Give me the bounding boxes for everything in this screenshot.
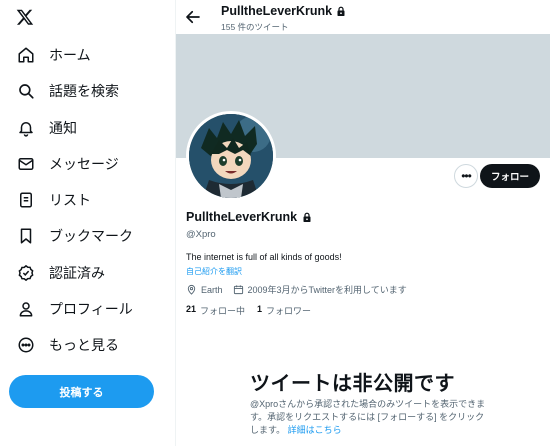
followers-label: フォロワー (266, 306, 312, 316)
profile-header: PulltheLeverKrunk 155 件のツイート (176, 0, 550, 34)
lock-icon (337, 6, 345, 16)
private-notice-description: @Xproさんから承認された場合のみツイートを表示できます。承認をリクエストする… (250, 398, 490, 437)
nav-item-bookmarks[interactable]: ブックマーク (8, 221, 133, 251)
profile-handle: @Xpro (186, 229, 216, 240)
header-name: PulltheLeverKrunk (221, 4, 346, 18)
nav-item-home[interactable]: ホーム (8, 40, 91, 70)
left-navigation: ホーム 話題を検索 通知 メッセージ リスト ブックマーク 認証済み プロフィー… (0, 0, 176, 446)
lock-icon (303, 212, 311, 222)
nav-item-lists[interactable]: リスト (8, 185, 91, 215)
nav-item-profile[interactable]: プロフィール (8, 294, 133, 324)
post-button[interactable]: 投稿する (9, 375, 154, 408)
profile-name: PulltheLeverKrunk (186, 210, 312, 224)
calendar-icon (233, 285, 243, 295)
nav-item-verified[interactable]: 認証済み (8, 258, 105, 288)
nav-label: プロフィール (49, 301, 133, 317)
nav-item-messages[interactable]: メッセージ (8, 149, 119, 179)
location-item: Earth (186, 284, 223, 295)
translate-bio-link[interactable]: 自己紹介を翻訳 (186, 266, 242, 277)
nav-item-notifications[interactable]: 通知 (8, 113, 77, 143)
joined-item: 2009年3月からTwitterを利用しています (233, 283, 407, 296)
following-count: 21 (186, 304, 197, 314)
person-icon (16, 299, 36, 319)
home-icon (16, 45, 36, 65)
nav-label: リスト (49, 192, 91, 208)
nav-label: もっと見る (49, 337, 119, 353)
nav-label: メッセージ (49, 156, 119, 172)
followers-link[interactable]: 1 フォロワー (257, 304, 311, 317)
nav-item-explore[interactable]: 話題を検索 (8, 76, 119, 106)
followers-count: 1 (257, 304, 263, 314)
bell-icon (16, 118, 36, 138)
back-arrow-icon[interactable] (184, 8, 202, 26)
avatar[interactable] (186, 111, 276, 201)
verified-icon (16, 263, 36, 283)
list-icon (16, 190, 36, 210)
location-pin-icon (187, 284, 196, 295)
profile-meta: Earth 2009年3月からTwitterを利用しています (186, 283, 417, 296)
follow-button[interactable]: フォロー (480, 164, 540, 188)
search-icon (16, 81, 36, 101)
follow-stats: 21 フォロー中 1 フォロワー (186, 304, 323, 317)
x-logo-icon[interactable] (16, 8, 34, 26)
header-name-text: PulltheLeverKrunk (221, 4, 333, 18)
location-text: Earth (201, 284, 223, 295)
profile-name-text: PulltheLeverKrunk (186, 210, 298, 224)
joined-text: 2009年3月からTwitterを利用しています (247, 285, 407, 295)
profile-column: PulltheLeverKrunk 155 件のツイート ••• フォロー Pu… (176, 0, 550, 446)
more-options-button[interactable]: ••• (454, 164, 478, 188)
envelope-icon (16, 154, 36, 174)
following-link[interactable]: 21 フォロー中 (186, 304, 245, 317)
private-notice-title: ツイートは非公開です (250, 373, 455, 395)
nav-label: 通知 (49, 120, 77, 136)
nav-label: 認証済み (49, 265, 105, 281)
profile-bio: The internet is full of all kinds of goo… (186, 252, 342, 262)
learn-more-link[interactable]: 詳細はこちら (288, 425, 342, 435)
bookmark-icon (16, 226, 36, 246)
nav-label: ホーム (49, 47, 91, 63)
nav-item-more[interactable]: もっと見る (8, 330, 119, 360)
private-notice-text: @Xproさんから承認された場合のみツイートを表示できます。承認をリクエストする… (250, 399, 486, 435)
nav-label: 話題を検索 (49, 83, 119, 99)
more-circle-icon (16, 335, 36, 355)
following-label: フォロー中 (200, 306, 246, 316)
post-count: 155 件のツイート (221, 22, 289, 32)
nav-label: ブックマーク (49, 228, 133, 244)
